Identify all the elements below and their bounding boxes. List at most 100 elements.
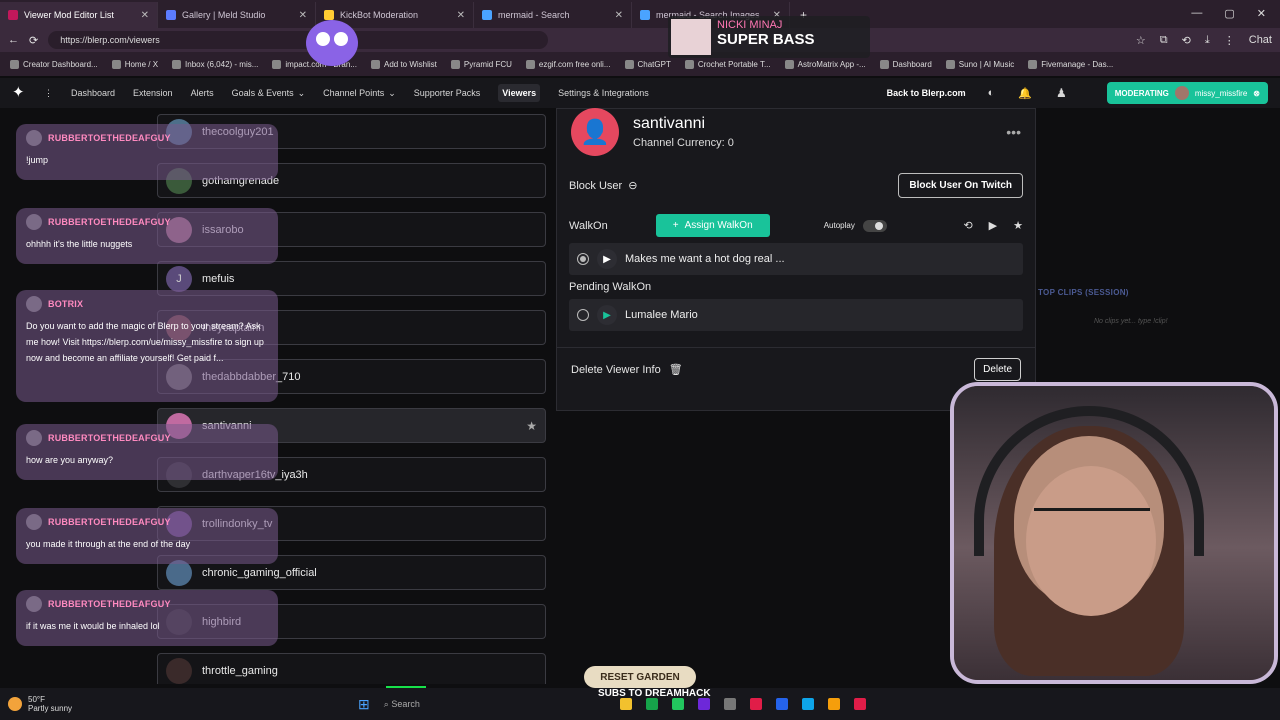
bookmark-icon <box>525 59 535 69</box>
more-icon[interactable]: ⋮ <box>44 88 53 99</box>
back-icon[interactable]: ← <box>8 34 19 46</box>
assign-walkon-button[interactable]: + Assign WalkOn <box>655 214 770 237</box>
windows-start-icon[interactable]: ⊞ <box>358 696 370 713</box>
moderating-badge[interactable]: MODERATING missy_missfire ⊗ <box>1106 82 1268 104</box>
bookmark[interactable]: ezgif.com free onli... <box>525 59 611 69</box>
user-icon: 👤 <box>571 108 619 156</box>
play-icon[interactable]: ▶ <box>989 219 997 232</box>
user-icon <box>26 596 42 612</box>
minimize-icon[interactable]: — <box>1191 7 1202 20</box>
now-playing-card: NICKI MINAJ SUPER BASS <box>668 16 870 58</box>
reload-icon[interactable]: ⟳ <box>29 34 38 47</box>
tab-mermaid-search[interactable]: mermaid - Search ✕ <box>474 2 632 28</box>
bookmark[interactable]: Dashboard <box>879 59 932 69</box>
profile-icon[interactable]: ♟ <box>1056 86 1067 100</box>
star-icon[interactable]: ☆ <box>1136 34 1146 47</box>
maximize-icon[interactable]: ▢ <box>1224 7 1234 20</box>
app-nav: ✦ ⋮ Dashboard Extension Alerts Goals & E… <box>0 78 1280 108</box>
detail-username: santivanni <box>633 115 706 132</box>
close-icon[interactable]: ✕ <box>299 10 307 21</box>
reset-garden-button[interactable]: RESET GARDEN <box>584 666 696 688</box>
close-icon[interactable]: ✕ <box>457 10 465 21</box>
app-icon[interactable] <box>619 698 632 710</box>
bookmark[interactable]: Creator Dashboard... <box>10 59 98 69</box>
tab-meld-studio[interactable]: Gallery | Meld Studio ✕ <box>158 2 316 28</box>
blerp-logo[interactable]: ✦ <box>12 84 30 102</box>
tab-label: Gallery | Meld Studio <box>182 10 266 20</box>
download-icon[interactable]: ⤓ <box>1205 34 1210 47</box>
star-icon[interactable]: ★ <box>1013 219 1023 232</box>
close-icon[interactable]: ✕ <box>141 10 149 21</box>
bookmark[interactable]: AstroMatrix App -... <box>784 59 866 69</box>
nav-channel-points[interactable]: Channel Points <box>323 88 384 98</box>
more-options-icon[interactable]: ••• <box>1006 124 1021 140</box>
bookmark-icon <box>624 59 634 69</box>
nav-alerts[interactable]: Alerts <box>191 88 214 98</box>
trash-icon: 🗑 <box>668 364 683 376</box>
bookmark[interactable]: Suno | AI Music <box>945 59 1014 69</box>
block-user-button[interactable]: Block User ⊖ <box>569 179 637 193</box>
bookmark[interactable]: Add to Wishlist <box>370 59 437 69</box>
autoplay-toggle[interactable] <box>862 219 887 232</box>
block-on-twitch-button[interactable]: Block User On Twitch <box>898 173 1023 198</box>
bookmark-icon <box>784 59 794 69</box>
chat-message: RUBBERTOETHEDEAFGUY you made it through … <box>16 508 278 564</box>
app-icon[interactable] <box>645 698 658 710</box>
star-icon[interactable]: ★ <box>526 419 537 433</box>
viewer-row[interactable]: throttle_gaming <box>157 653 546 684</box>
play-icon[interactable]: ▶ <box>597 249 617 269</box>
delete-button[interactable]: Delete <box>974 358 1021 381</box>
chat-text: how are you anyway? <box>26 455 114 465</box>
volume-icon[interactable]: ◐ <box>988 87 995 99</box>
close-icon[interactable]: ✕ <box>615 10 623 21</box>
clip-radio[interactable] <box>577 309 589 321</box>
back-to-blerp-link[interactable]: Back to Blerp.com <box>887 88 966 98</box>
close-window-icon[interactable]: ✕ <box>1257 7 1266 20</box>
app-icon[interactable] <box>723 698 736 710</box>
channel-currency: Channel Currency: 0 <box>633 137 734 149</box>
meld-favicon <box>166 10 176 20</box>
bookmark-icon <box>684 59 694 69</box>
menu-icon[interactable]: ⋮ <box>1224 34 1235 47</box>
bookmark[interactable]: Pyramid FCU <box>450 59 512 69</box>
bookmark-icon <box>172 59 182 69</box>
clip-radio[interactable] <box>577 253 589 265</box>
bookmark[interactable]: Inbox (6,042) - mis... <box>172 59 258 69</box>
pending-clip[interactable]: ▶ Lumalee Mario <box>569 299 1023 331</box>
nav-extension[interactable]: Extension <box>133 88 173 98</box>
bookmark[interactable]: Fivemanage - Das... <box>1028 59 1113 69</box>
url-field[interactable]: https://blerp.com/viewers <box>48 31 549 49</box>
user-icon <box>26 514 42 530</box>
bell-icon[interactable]: 🔔 <box>1018 87 1032 100</box>
app-icon[interactable] <box>749 698 762 710</box>
history-icon[interactable]: ⟲ <box>963 219 972 232</box>
app-icon[interactable] <box>853 698 866 710</box>
search-favicon <box>640 10 650 20</box>
close-icon[interactable]: ⊗ <box>1253 89 1260 98</box>
bookmark[interactable]: ChatGPT <box>624 59 671 69</box>
app-icon[interactable] <box>827 698 840 710</box>
moderating-label: MODERATING <box>1114 88 1169 98</box>
history-icon[interactable]: ⟲ <box>1182 34 1191 47</box>
chat-text: if it was me it would be inhaled lol <box>26 621 160 631</box>
song-artist: NICKI MINAJ <box>717 19 783 31</box>
nav-settings[interactable]: Settings & Integrations <box>558 88 649 98</box>
bookmark[interactable]: Crochet Portable T... <box>684 59 771 69</box>
nav-dashboard[interactable]: Dashboard <box>71 88 115 98</box>
nav-supporter-packs[interactable]: Supporter Packs <box>414 88 481 98</box>
tab-viewer-mod-editor[interactable]: Viewer Mod Editor List ✕ <box>0 2 158 28</box>
extensions-icon[interactable]: ⧉ <box>1160 34 1168 47</box>
nav-goals-events[interactable]: Goals & Events <box>232 88 294 98</box>
play-icon[interactable]: ▶ <box>597 305 617 325</box>
app-icon[interactable] <box>671 698 684 710</box>
app-icon[interactable] <box>775 698 788 710</box>
weather-widget[interactable]: 50°F Partly sunny <box>8 695 72 713</box>
kickbot-favicon <box>324 10 334 20</box>
walkon-clip[interactable]: ▶ Makes me want a hot dog real ... <box>569 243 1023 275</box>
bookmark[interactable]: Home / X <box>111 59 158 69</box>
nav-viewers[interactable]: Viewers <box>498 84 541 102</box>
taskbar-search[interactable]: ⌕ Search <box>384 699 420 710</box>
app-icon[interactable] <box>697 698 710 710</box>
app-icon[interactable] <box>801 698 814 710</box>
chat-button[interactable]: Chat <box>1249 34 1272 47</box>
